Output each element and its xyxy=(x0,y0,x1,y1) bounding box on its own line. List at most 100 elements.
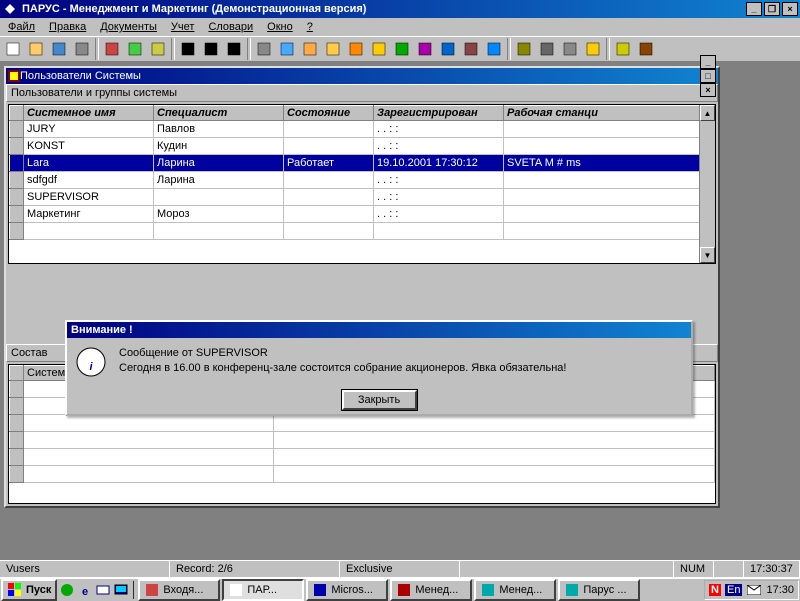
toolbar-sun-button[interactable] xyxy=(368,38,390,60)
app-icon xyxy=(228,582,244,598)
table-row[interactable] xyxy=(10,223,715,240)
start-button[interactable]: Пуск xyxy=(1,579,57,601)
statusbar: Vusers Record: 2/6 Exclusive NUM 17:30:3… xyxy=(0,560,800,578)
attention-dialog: Внимание ! i Сообщение от SUPERVISOR Сег… xyxy=(65,320,693,416)
toolbar-tools-button[interactable] xyxy=(536,38,558,60)
users-titlebar[interactable]: Пользователи Системы _ □ × xyxy=(6,68,718,84)
info-icon: i xyxy=(75,346,107,378)
inner-minimize-button[interactable]: _ xyxy=(700,55,716,69)
menu-file[interactable]: Файл xyxy=(2,20,41,34)
toolbar-clock-button[interactable] xyxy=(391,38,413,60)
dialog-line2: Сегодня в 16.00 в конференц-зале состоит… xyxy=(119,361,683,376)
menu-documents[interactable]: Документы xyxy=(94,20,163,34)
toolbar-calc-button[interactable] xyxy=(253,38,275,60)
table-row[interactable]: LaraЛаринаРаботает19.10.2001 17:30:12SVE… xyxy=(10,155,715,172)
column-header[interactable]: Специалист xyxy=(154,106,284,121)
minimize-button[interactable]: _ xyxy=(746,2,762,16)
taskbar-button[interactable]: Парус ... xyxy=(558,579,640,601)
quick-desktop-icon[interactable] xyxy=(113,582,129,598)
table-row[interactable]: sdfgdfЛарина. . : : xyxy=(10,172,715,189)
menu-dictionaries[interactable]: Словари xyxy=(202,20,259,34)
app-title: ПАРУС - Менеджмент и Маркетинг (Демонстр… xyxy=(22,3,746,15)
toolbar-italic-button[interactable] xyxy=(200,38,222,60)
status-record: Record: 2/6 xyxy=(170,561,340,578)
toolbar-print-button[interactable] xyxy=(71,38,93,60)
tray-lang[interactable]: En xyxy=(725,584,742,596)
toolbar-star-button[interactable] xyxy=(345,38,367,60)
toolbar-open-button[interactable] xyxy=(25,38,47,60)
toolbar-save-button[interactable] xyxy=(48,38,70,60)
taskbar-button[interactable]: Входя... xyxy=(138,579,220,601)
table-row[interactable]: SUPERVISOR. . : : xyxy=(10,189,715,206)
dialog-close-button[interactable]: Закрыть xyxy=(342,390,417,410)
table-row[interactable] xyxy=(10,432,715,449)
status-exclusive: Exclusive xyxy=(340,561,460,578)
table-row[interactable] xyxy=(10,449,715,466)
inner-maximize-button[interactable]: □ xyxy=(700,69,716,83)
toolbar-doc2-button[interactable] xyxy=(299,38,321,60)
table-row[interactable]: KONSTКудин. . : : xyxy=(10,138,715,155)
dialog-title[interactable]: Внимание ! xyxy=(67,322,691,338)
svg-text:e: e xyxy=(82,586,88,597)
column-header[interactable]: Зарегистрирован xyxy=(374,106,504,121)
status-num: NUM xyxy=(674,561,714,578)
toolbar-folder-button[interactable] xyxy=(322,38,344,60)
inner-close-button[interactable]: × xyxy=(700,83,716,97)
status-ins xyxy=(714,561,744,578)
toolbar-globe-button[interactable] xyxy=(483,38,505,60)
toolbar-cube-button[interactable] xyxy=(414,38,436,60)
taskbar: Пуск e Входя...ПАР...Micros...Менед...Ме… xyxy=(0,578,800,600)
toolbar-door-button[interactable] xyxy=(635,38,657,60)
taskbar-button[interactable]: Micros... xyxy=(306,579,388,601)
toolbar-disk-button[interactable] xyxy=(460,38,482,60)
users-window-icon xyxy=(8,70,20,82)
dialog-line1: Сообщение от SUPERVISOR xyxy=(119,346,683,361)
quick-ie-icon[interactable]: e xyxy=(77,582,93,598)
table-row[interactable]: МаркетингМороз. . : : xyxy=(10,206,715,223)
users-grid[interactable]: Системное имяСпециалистСостояниеЗарегист… xyxy=(8,104,716,264)
toolbar-bold-button[interactable] xyxy=(177,38,199,60)
quick-outlook-icon[interactable] xyxy=(95,582,111,598)
windows-logo-icon xyxy=(7,582,23,598)
table-row[interactable]: JURYПавлов. . : : xyxy=(10,121,715,138)
toolbar-wrench-button[interactable] xyxy=(513,38,535,60)
toolbar-cut-button[interactable] xyxy=(101,38,123,60)
table-row[interactable] xyxy=(10,466,715,483)
status-empty xyxy=(460,561,674,578)
quick-msn-icon[interactable] xyxy=(59,582,75,598)
column-header[interactable]: Рабочая станци xyxy=(504,106,715,121)
toolbar-key-button[interactable] xyxy=(612,38,634,60)
menu-accounting[interactable]: Учет xyxy=(165,20,201,34)
main-titlebar: ПАРУС - Менеджмент и Маркетинг (Демонстр… xyxy=(0,0,800,18)
taskbar-button[interactable]: Менед... xyxy=(474,579,556,601)
menubar: Файл Правка Документы Учет Словари Окно … xyxy=(0,18,800,36)
taskbar-button[interactable]: ПАР... xyxy=(222,579,304,601)
mdi-client-area: Пользователи Системы _ □ × Пользователи … xyxy=(0,62,800,560)
toolbar-paste-button[interactable] xyxy=(147,38,169,60)
toolbar-drop-button[interactable] xyxy=(437,38,459,60)
toolbar-doc1-button[interactable] xyxy=(276,38,298,60)
users-grid-scrollbar[interactable]: ▲ ▼ xyxy=(699,105,715,263)
toolbar-new-button[interactable] xyxy=(2,38,24,60)
column-header[interactable]: Системное имя xyxy=(24,106,154,121)
menu-edit[interactable]: Правка xyxy=(43,20,92,34)
scroll-down-icon[interactable]: ▼ xyxy=(700,247,715,263)
column-header[interactable]: Состояние xyxy=(284,106,374,121)
table-row[interactable] xyxy=(10,415,715,432)
toolbar-help-button[interactable] xyxy=(582,38,604,60)
restore-button[interactable]: ❐ xyxy=(764,2,780,16)
status-vusers: Vusers xyxy=(0,561,170,578)
help-icon xyxy=(480,582,496,598)
menu-help[interactable]: ? xyxy=(301,20,319,34)
close-button[interactable]: × xyxy=(782,2,798,16)
system-tray: N En 17:30 xyxy=(704,580,799,600)
toolbar-table-button[interactable] xyxy=(559,38,581,60)
toolbar-under-button[interactable] xyxy=(223,38,245,60)
help-icon xyxy=(564,582,580,598)
tray-mail-icon[interactable] xyxy=(746,582,762,598)
taskbar-button[interactable]: Менед... xyxy=(390,579,472,601)
tray-badge-n[interactable]: N xyxy=(709,584,721,596)
toolbar-copy-button[interactable] xyxy=(124,38,146,60)
scroll-up-icon[interactable]: ▲ xyxy=(700,105,715,121)
menu-window[interactable]: Окно xyxy=(261,20,299,34)
